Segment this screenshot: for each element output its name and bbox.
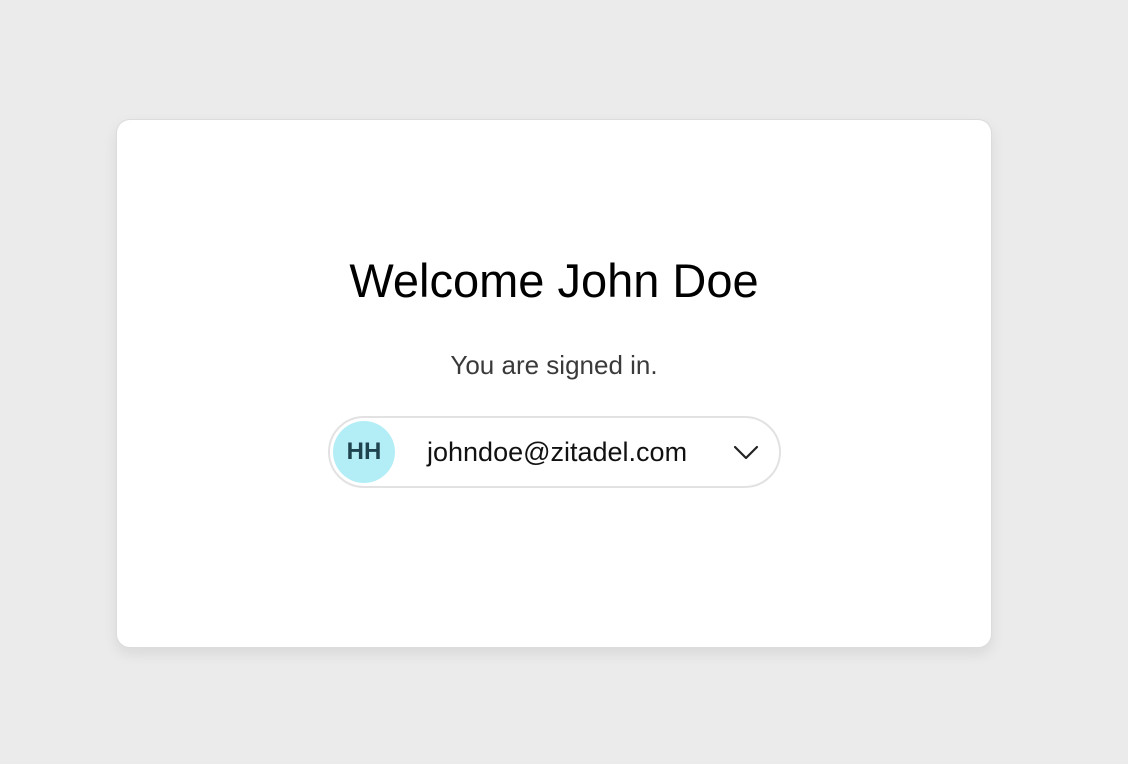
avatar: HH	[333, 421, 395, 483]
account-email: johndoe@zitadel.com	[427, 437, 688, 467]
signed-in-message: You are signed in.	[450, 350, 658, 380]
page-title: Welcome John Doe	[349, 254, 759, 307]
account-selector[interactable]: HH johndoe@zitadel.com	[328, 416, 781, 488]
chevron-down-icon[interactable]	[732, 440, 760, 464]
signed-in-card: Welcome John Doe You are signed in. HH j…	[116, 119, 992, 648]
